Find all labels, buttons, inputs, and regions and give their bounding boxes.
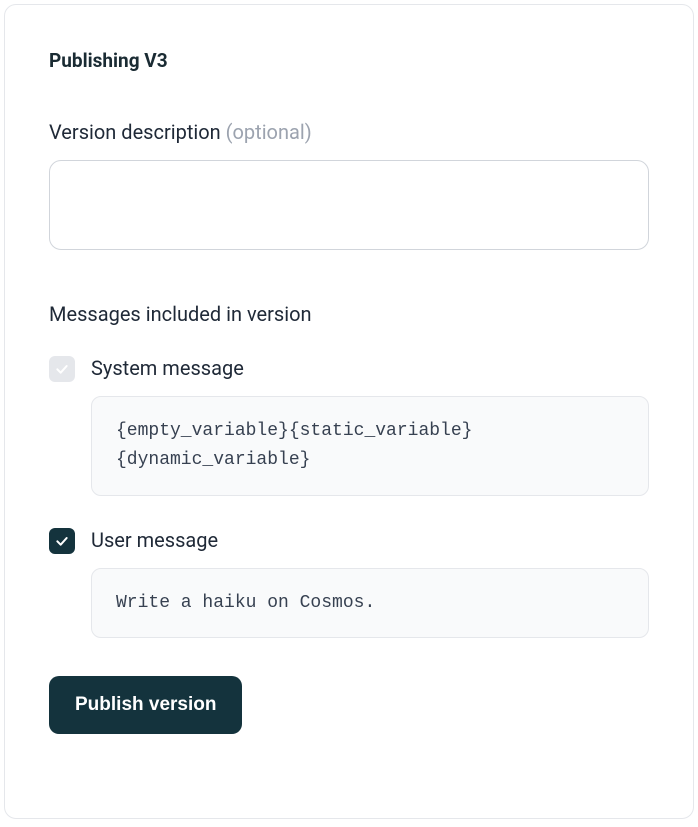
page-title: Publishing V3: [49, 49, 649, 72]
version-description-input[interactable]: [49, 160, 649, 250]
system-message-checkbox: [49, 356, 75, 382]
user-message-checkbox[interactable]: [49, 528, 75, 554]
description-label-text: Version description: [49, 120, 221, 144]
messages-heading: Messages included in version: [49, 302, 649, 326]
user-message-content: Write a haiku on Cosmos.: [91, 568, 649, 639]
publish-version-button[interactable]: Publish version: [49, 676, 242, 734]
system-message-row: System message: [49, 354, 649, 382]
system-message-content: {empty_variable}{static_variable}{dynami…: [91, 396, 649, 496]
system-message-label: System message: [91, 354, 244, 382]
system-message-block: System message {empty_variable}{static_v…: [49, 354, 649, 496]
check-icon: [54, 361, 70, 377]
user-message-block: User message Write a haiku on Cosmos.: [49, 526, 649, 639]
check-icon: [54, 533, 70, 549]
publish-card: Publishing V3 Version description (optio…: [4, 4, 694, 819]
user-message-row: User message: [49, 526, 649, 554]
user-message-label: User message: [91, 526, 218, 554]
description-label: Version description (optional): [49, 120, 649, 144]
description-optional-text: (optional): [226, 120, 312, 144]
